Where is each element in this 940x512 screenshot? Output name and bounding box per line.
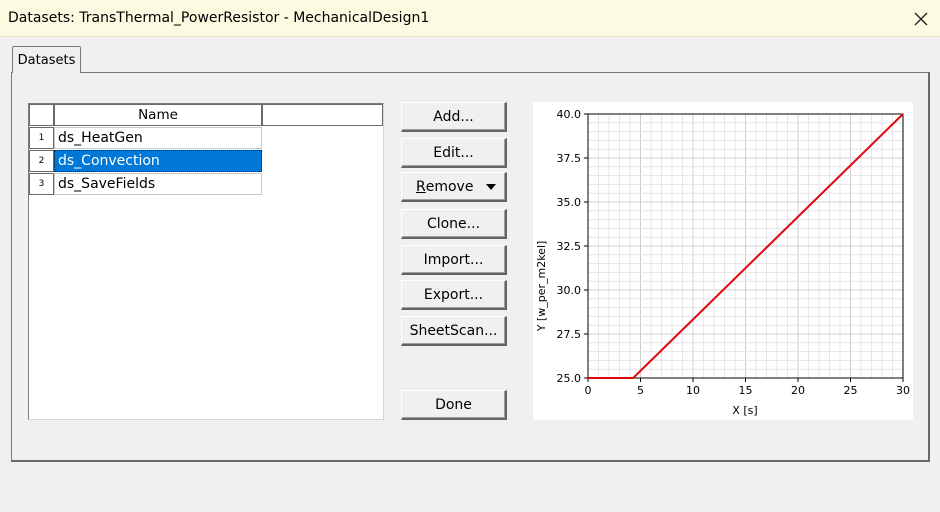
row-header[interactable]: 1 — [29, 127, 54, 149]
x-tick-label: 0 — [585, 384, 592, 397]
y-tick-label: 32.5 — [557, 240, 582, 253]
grid-column-header-empty[interactable] — [262, 104, 383, 126]
add-button[interactable]: Add... — [401, 102, 507, 132]
y-axis-label: Y [w_per_m2kel] — [535, 241, 548, 333]
x-axis-label: X [s] — [732, 404, 757, 417]
row-header[interactable]: 2 — [29, 150, 54, 172]
dataset-cell-savefields[interactable]: ds_SaveFields — [54, 173, 262, 195]
clone-button[interactable]: Clone... — [401, 209, 507, 239]
remove-label: emove — [425, 178, 474, 195]
y-tick-label: 30.0 — [557, 284, 582, 297]
x-tick-label: 10 — [686, 384, 700, 397]
done-button[interactable]: Done — [401, 390, 507, 420]
x-tick-label: 5 — [637, 384, 644, 397]
edit-button[interactable]: Edit... — [401, 138, 507, 168]
sheetscan-button[interactable]: SheetScan... — [401, 316, 507, 346]
caret-down-icon[interactable] — [486, 184, 496, 190]
y-tick-label: 40.0 — [557, 108, 582, 121]
y-tick-label: 37.5 — [557, 152, 582, 165]
tab-label: Datasets — [17, 52, 76, 68]
dataset-cell-convection[interactable]: ds_Convection — [54, 150, 262, 172]
datasets-grid[interactable]: Name 1 ds_HeatGen 2 ds_Convection 3 ds_S… — [28, 103, 384, 420]
chart-svg: 0 5 10 15 20 25 30 25.0 27.5 30.0 32.5 35.0 37.5 40.0… — [535, 108, 910, 417]
tab-datasets[interactable]: Datasets — [12, 46, 81, 73]
window-title: Datasets: TransThermal_PowerResistor - M… — [8, 10, 430, 26]
import-button[interactable]: Import... — [401, 245, 507, 275]
remove-button[interactable]: Remove — [401, 172, 507, 202]
close-icon — [914, 12, 928, 25]
row-header[interactable]: 3 — [29, 173, 54, 195]
x-tick-label: 30 — [896, 384, 910, 397]
dataset-cell-heatgen[interactable]: ds_HeatGen — [54, 127, 262, 149]
remove-mnemonic: R — [416, 178, 426, 195]
y-tick-label: 27.5 — [557, 328, 582, 341]
dialog-footer-area — [0, 462, 940, 512]
export-button[interactable]: Export... — [401, 280, 507, 310]
y-tick-label: 25.0 — [557, 372, 582, 385]
grid-column-header-name[interactable]: Name — [54, 104, 262, 126]
x-tick-label: 20 — [791, 384, 805, 397]
x-tick-label: 25 — [844, 384, 858, 397]
x-tick-label: 15 — [739, 384, 753, 397]
close-button[interactable] — [902, 0, 940, 37]
dataset-chart: 0 5 10 15 20 25 30 25.0 27.5 30.0 32.5 35.0 37.5 40.0… — [533, 102, 913, 420]
grid-corner-header[interactable] — [29, 104, 54, 126]
y-tick-label: 35.0 — [557, 196, 582, 209]
